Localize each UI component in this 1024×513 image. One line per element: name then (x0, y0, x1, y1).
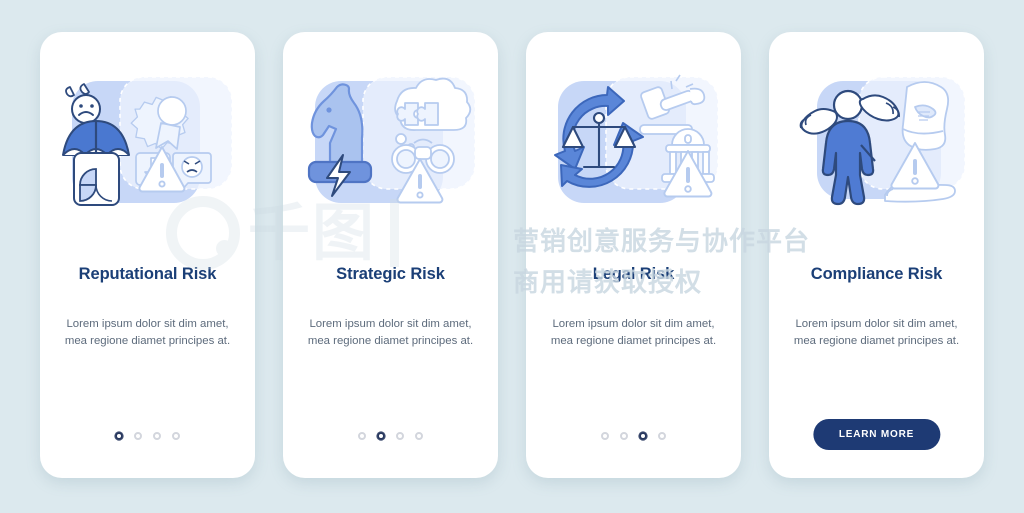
pagination-dot-2[interactable] (134, 432, 142, 440)
onboarding-screen-compliance-risk: Compliance Risk Lorem ipsum dolor sit di… (769, 32, 984, 478)
screen-description: Lorem ipsum dolor sit dim amet, mea regi… (307, 317, 474, 347)
illustration-svg (553, 74, 719, 203)
illustration-svg (799, 76, 966, 206)
pagination-dot-1[interactable] (358, 432, 366, 440)
pagination-dot-2[interactable] (620, 432, 628, 440)
screen-description: Lorem ipsum dolor sit dim amet, mea regi… (64, 317, 231, 347)
pagination-dot-3[interactable] (153, 432, 161, 440)
onboarding-screen-strategic-risk: Strategic Risk Lorem ipsum dolor sit dim… (283, 32, 498, 478)
illustration-legal-risk (526, 32, 741, 264)
pagination-dot-4[interactable] (658, 432, 666, 440)
pagination-dot-1[interactable] (115, 432, 123, 440)
illustration-svg (307, 76, 476, 204)
illustration-reputational-risk (40, 32, 255, 264)
illustration-svg (61, 76, 233, 206)
screen-description: Lorem ipsum dolor sit dim amet, mea regi… (550, 317, 717, 347)
pagination-dot-3[interactable] (639, 432, 647, 440)
learn-more-button[interactable]: LEARN MORE (812, 419, 941, 450)
pagination-dots (40, 432, 255, 440)
onboarding-screen-legal-risk: Legal Risk Lorem ipsum dolor sit dim ame… (526, 32, 741, 478)
illustration-compliance-risk (769, 32, 984, 264)
pagination-dots (526, 432, 741, 440)
pagination-dot-2[interactable] (377, 432, 385, 440)
pagination-dot-1[interactable] (601, 432, 609, 440)
harassment-icon (901, 81, 949, 151)
pagination-dots (283, 432, 498, 440)
onboarding-screens-row: Reputational Risk Lorem ipsum dolor sit … (0, 0, 1024, 513)
screen-title: Compliance Risk (810, 265, 943, 283)
onboarding-screen-reputational-risk: Reputational Risk Lorem ipsum dolor sit … (40, 32, 255, 478)
pagination-dot-3[interactable] (396, 432, 404, 440)
pagination-dot-4[interactable] (172, 432, 180, 440)
screen-title: Strategic Risk (336, 265, 445, 283)
pagination-dot-4[interactable] (415, 432, 423, 440)
illustration-strategic-risk (283, 32, 498, 264)
screen-title: Reputational Risk (78, 265, 217, 283)
screen-description: Lorem ipsum dolor sit dim amet, mea regi… (793, 317, 960, 347)
screen-title: Legal Risk (592, 265, 675, 283)
